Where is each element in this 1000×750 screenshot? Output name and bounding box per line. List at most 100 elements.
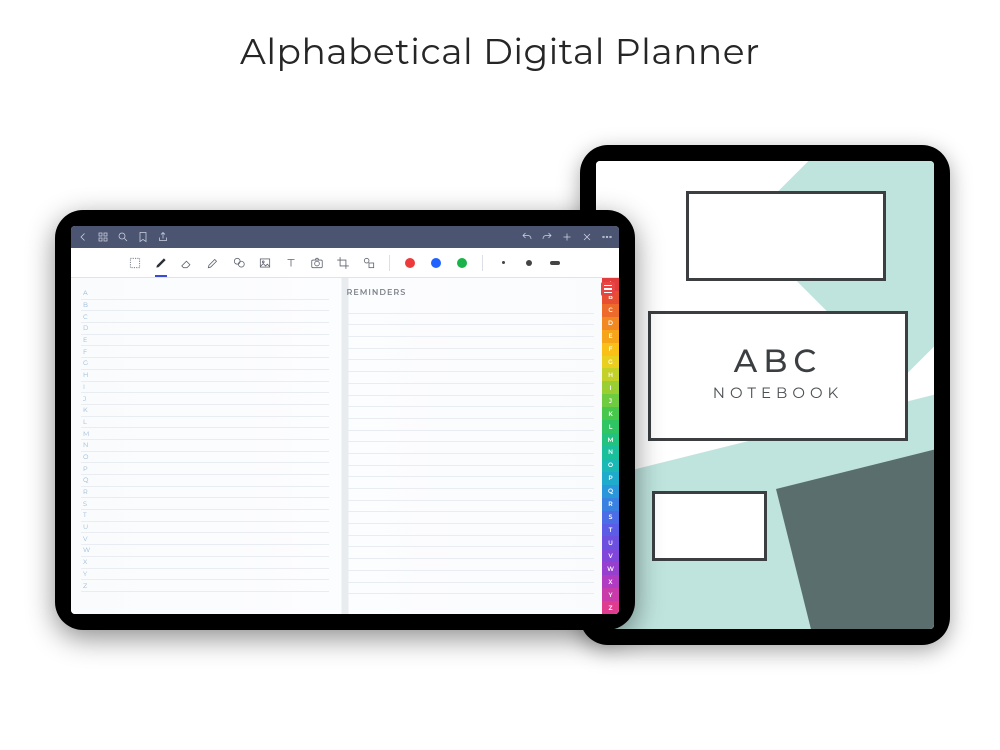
select-tool-icon[interactable] [127,255,143,271]
alpha-row[interactable]: V [81,533,329,545]
reminder-line[interactable] [347,501,595,513]
alpha-row[interactable]: U [81,522,329,534]
alphabet-tab[interactable]: Y [602,588,619,601]
reminder-line[interactable] [347,512,595,524]
reminder-line[interactable] [347,536,595,548]
pen-tool-icon[interactable] [153,255,169,271]
stroke-size-medium[interactable] [521,255,537,271]
alpha-row[interactable]: E [81,335,329,347]
alpha-row[interactable]: H [81,370,329,382]
alphabet-tab[interactable]: W [602,562,619,575]
more-icon[interactable] [601,231,613,243]
add-icon[interactable] [561,231,573,243]
alpha-row[interactable]: X [81,557,329,569]
alphabet-tab[interactable]: F [602,343,619,356]
alphabet-tab[interactable]: Q [602,485,619,498]
alphabet-tab[interactable]: H [602,368,619,381]
alphabet-tab[interactable]: M [602,433,619,446]
grid-icon[interactable] [97,231,109,243]
bookmark-icon[interactable] [137,231,149,243]
alpha-row[interactable]: P [81,463,329,475]
text-tool-icon[interactable] [283,255,299,271]
alpha-row[interactable]: I [81,382,329,394]
alpha-row[interactable]: T [81,510,329,522]
alpha-row[interactable]: A [81,288,329,300]
stroke-size-small[interactable] [495,255,511,271]
reminder-line[interactable] [347,396,595,408]
reminder-line[interactable] [347,302,595,314]
reminder-line[interactable] [347,442,595,454]
alphabet-tab[interactable]: O [602,459,619,472]
reminder-line[interactable] [347,407,595,419]
image-tool-icon[interactable] [257,255,273,271]
alphabet-tab[interactable]: P [602,472,619,485]
reminder-line[interactable] [347,489,595,501]
reminder-line[interactable] [347,559,595,571]
alpha-row[interactable]: C [81,311,329,323]
reminder-line[interactable] [347,360,595,372]
reminder-line[interactable] [347,372,595,384]
share-icon[interactable] [157,231,169,243]
alphabet-tab[interactable]: C [602,304,619,317]
alphabet-tab[interactable]: J [602,394,619,407]
alphabet-tab[interactable]: U [602,536,619,549]
alpha-row[interactable]: D [81,323,329,335]
alphabet-tab[interactable]: K [602,407,619,420]
alpha-row[interactable]: B [81,300,329,312]
search-icon[interactable] [117,231,129,243]
alpha-row[interactable]: S [81,498,329,510]
alpha-row[interactable]: O [81,452,329,464]
reminder-line[interactable] [347,384,595,396]
alpha-row[interactable]: Y [81,569,329,581]
reminder-line[interactable] [347,477,595,489]
alpha-row[interactable]: M [81,428,329,440]
alpha-row[interactable]: Z [81,580,329,592]
reminder-line[interactable] [347,524,595,536]
reminder-line[interactable] [347,314,595,326]
back-icon[interactable] [77,231,89,243]
reminder-line[interactable] [347,337,595,349]
undo-icon[interactable] [521,231,533,243]
alpha-row[interactable]: F [81,346,329,358]
hamburger-menu-icon[interactable] [601,282,615,296]
reminder-line[interactable] [347,325,595,337]
highlighter-tool-icon[interactable] [205,255,221,271]
alphabet-tab[interactable]: R [602,498,619,511]
alpha-row[interactable]: R [81,487,329,499]
alphabet-tab[interactable]: V [602,549,619,562]
reminder-line[interactable] [347,419,595,431]
alphabet-tab[interactable]: L [602,420,619,433]
close-icon[interactable] [581,231,593,243]
stroke-size-large[interactable] [547,255,563,271]
notebook-left-page[interactable]: ABCDEFGHIJKLMNOPQRSTUVWXYZ [71,278,337,614]
shapes-tool-icon[interactable] [361,255,377,271]
alphabet-tab[interactable]: D [602,317,619,330]
alpha-row[interactable]: K [81,405,329,417]
color-red[interactable] [402,255,418,271]
lasso-tool-icon[interactable] [231,255,247,271]
alpha-row[interactable]: N [81,440,329,452]
alphabet-tab[interactable]: S [602,511,619,524]
notebook-right-page[interactable]: REMINDERS [337,278,603,614]
alpha-row[interactable]: J [81,393,329,405]
alpha-row[interactable]: L [81,417,329,429]
color-blue[interactable] [428,255,444,271]
reminder-line[interactable] [347,454,595,466]
alphabet-tab[interactable]: X [602,575,619,588]
alphabet-tab[interactable]: G [602,356,619,369]
reminder-line[interactable] [347,349,595,361]
crop-tool-icon[interactable] [335,255,351,271]
alpha-row[interactable]: G [81,358,329,370]
alphabet-tab[interactable]: T [602,524,619,537]
alphabet-tab[interactable]: I [602,381,619,394]
reminder-line[interactable] [347,571,595,583]
alphabet-tab[interactable]: Z [602,601,619,614]
eraser-tool-icon[interactable] [179,255,195,271]
alpha-row[interactable]: Q [81,475,329,487]
camera-tool-icon[interactable] [309,255,325,271]
alpha-row[interactable]: W [81,545,329,557]
reminder-line[interactable] [347,547,595,559]
reminder-line[interactable] [347,583,595,595]
alphabet-tab[interactable]: N [602,446,619,459]
reminder-line[interactable] [347,466,595,478]
